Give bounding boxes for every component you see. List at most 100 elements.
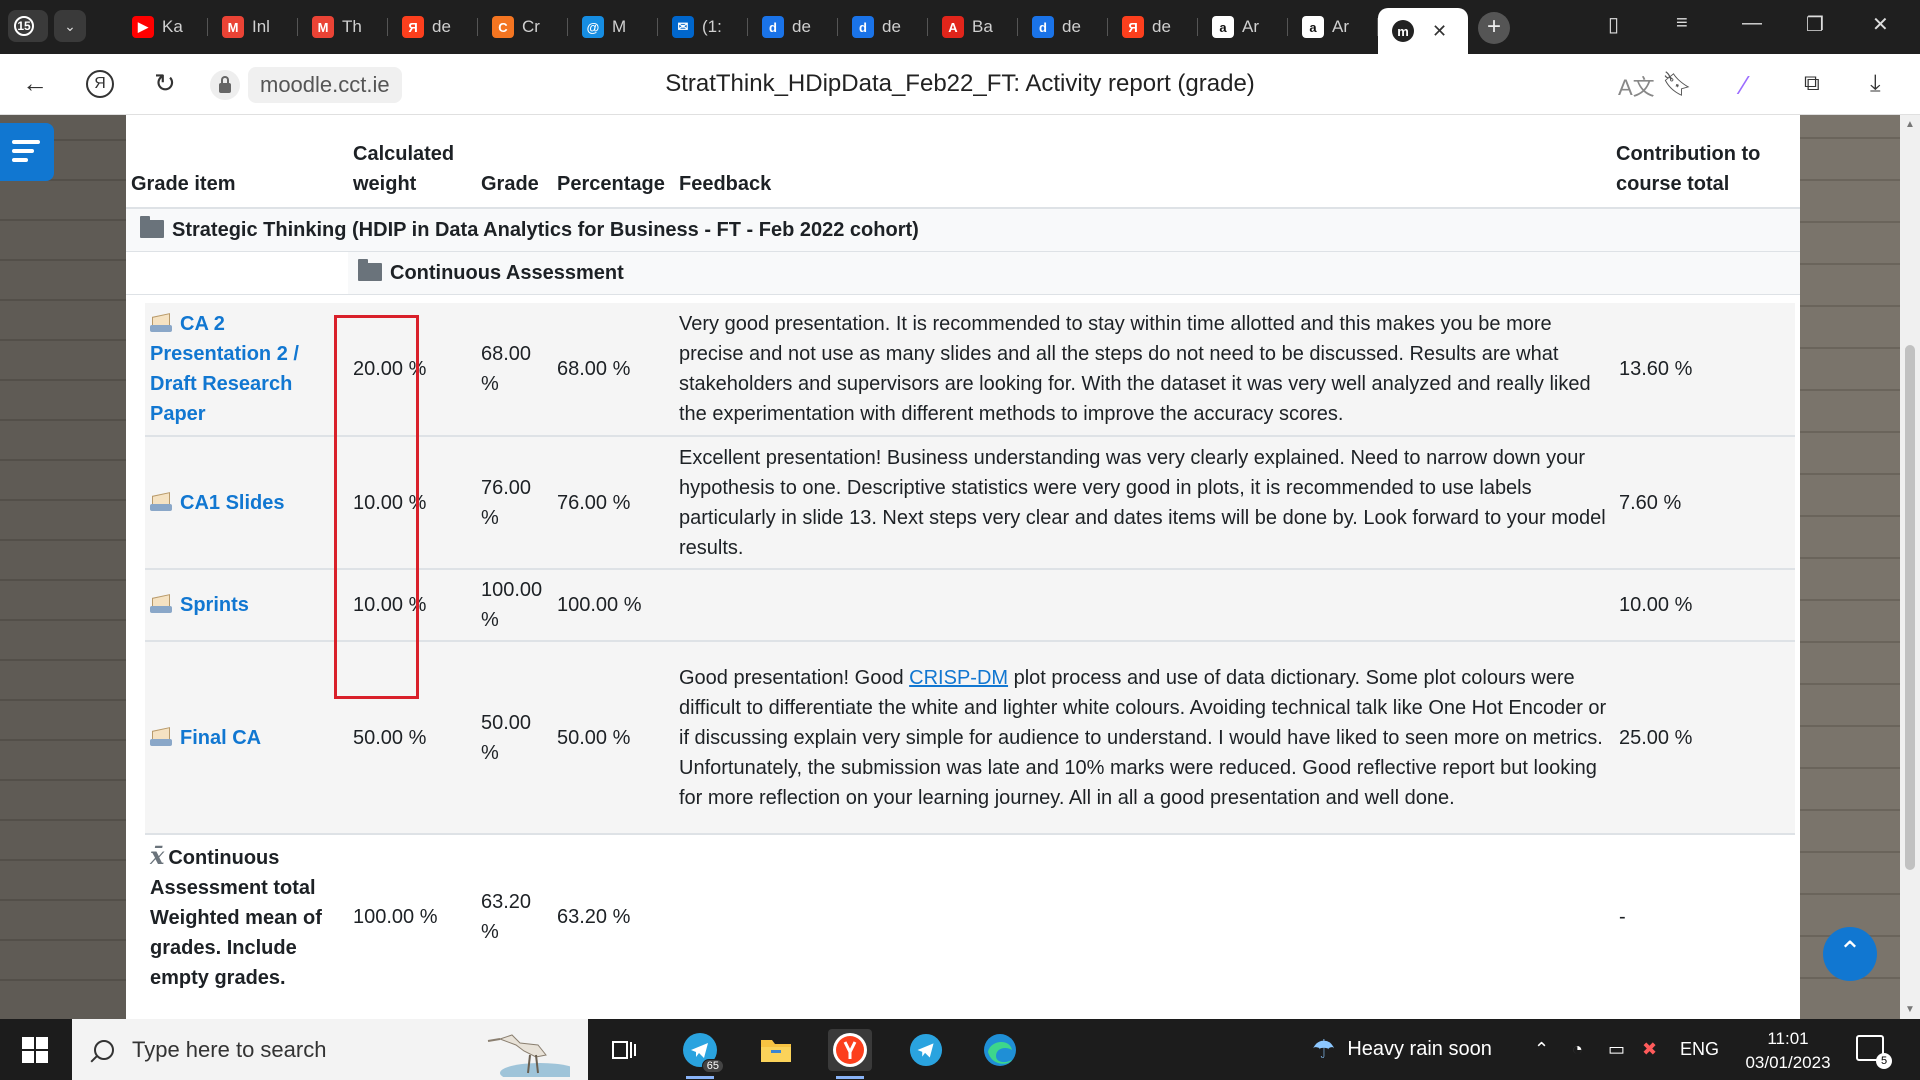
background-image-left [0,115,126,1019]
table-header-row: Grade item Calculated weight Grade Perce… [126,115,1800,209]
browser-tab[interactable]: d de [838,8,928,46]
browser-tab[interactable]: C Cr [478,8,568,46]
scroll-up-icon[interactable]: ▲ [1905,119,1915,130]
header-calculated-weight[interactable]: Calculated weight [348,115,476,209]
header-percentage[interactable]: Percentage [552,115,674,209]
user-grade-table: Grade item Calculated weight Grade Perce… [126,115,1800,295]
translate-icon[interactable]: A文 [1618,70,1655,102]
browser-tab[interactable]: d de [748,8,838,46]
show-hidden-icons-chevron-icon[interactable]: ⌃ [1534,1019,1549,1080]
tab-title: (1: [702,17,722,36]
pen-icon[interactable]: ⁄ [1742,70,1746,101]
grade-items-table: CA 2 Presentation 2 / Draft Research Pap… [145,303,1795,998]
grade-cell: 76.00 % [476,436,552,570]
tab-title: de [432,17,451,36]
bookmark-icon[interactable]: 🔖︎ [1662,70,1692,99]
yandex-icon: Я [402,16,424,38]
page-scrollbar[interactable]: ▲ ▼ [1900,115,1920,1019]
weather-widget[interactable]: ☂ Heavy rain soon [1312,1019,1492,1080]
menu-icon[interactable]: ≡ [1676,12,1688,35]
windows-start-icon[interactable] [22,1037,48,1063]
windows-taskbar: 65 ☂ Heavy rain soon ⌃ ◔ ▭ ✖ ENG 11:01 0… [0,1019,1920,1080]
yandex-browser-taskbar-icon[interactable] [828,1029,872,1079]
calculated-weight-cell: 10.00 % [348,569,476,642]
mail-envelope-icon: ✉ [672,16,694,38]
collections-icon[interactable]: ⧉ [1804,70,1820,96]
calculated-weight-cell: 50.00 % [348,641,476,835]
total-aggregation-description: Weighted mean of grades. Include empty g… [150,906,322,989]
telegram-taskbar-icon[interactable]: 65 [678,1029,724,1079]
course-index-drawer-button[interactable] [0,123,54,181]
edge-browser-icon[interactable] [978,1029,1022,1071]
browser-tab[interactable]: a Ar [1288,8,1378,46]
mail-at-icon: @ [582,16,604,38]
bookmarks-panel-icon[interactable]: ▯ [1608,12,1619,37]
browser-tab-strip: 15 ⌄ ▶ Ka M Inl M Th Яde C Cr @ M ✉ (1: d de d de A Ba d de Я… [0,0,1920,54]
language-indicator[interactable]: ENG [1680,1019,1719,1080]
tab-count: 15 [14,16,34,36]
percentage-cell: 63.20 % [552,834,674,998]
browser-tab[interactable]: ✉ (1: [658,8,748,46]
umbrella-rain-icon: ☂ [1312,1034,1336,1064]
restore-button[interactable]: ❐ [1806,12,1824,37]
grade-item-link[interactable]: Sprints [180,594,249,616]
header-contribution[interactable]: Contribution to course total [1611,115,1800,209]
notification-center-icon[interactable]: 5 [1856,1035,1892,1069]
browser-tab[interactable]: Яde [388,8,478,46]
header-grade-item[interactable]: Grade item [126,115,348,209]
docs-icon: d [852,16,874,38]
download-icon[interactable]: ⤓ [1870,70,1881,98]
sub-category-name: Continuous Assessment [390,261,624,284]
wifi-icon[interactable]: ◔ [1572,1019,1583,1080]
yandex-icon: Я [1122,16,1144,38]
header-feedback[interactable]: Feedback [674,115,1611,209]
percentage-cell: 50.00 % [552,641,674,835]
tab-list-dropdown-icon[interactable]: ⌄ [54,10,86,42]
browser-tab[interactable]: M Inl [208,8,298,46]
grade-item-link[interactable]: Final CA [180,727,261,749]
close-tab-icon[interactable]: ✕ [1432,21,1447,42]
telegram-desktop-icon[interactable] [904,1029,948,1071]
tab-title: Ka [162,17,183,36]
browser-tab[interactable]: M Th [298,8,388,46]
grade-item-link[interactable]: CA 2 Presentation 2 / Draft Research Pap… [150,313,299,425]
back-to-top-button[interactable]: ⌃ [1823,927,1877,981]
sound-muted-icon[interactable]: ✖ [1642,1019,1657,1080]
browser-tab[interactable]: Яde [1108,8,1198,46]
header-grade[interactable]: Grade [476,115,552,209]
search-highlight-bird-icon [487,1034,570,1077]
browser-tab-active[interactable]: m ✕ [1378,8,1468,54]
tab-title: Ar [1332,17,1349,36]
task-view-icon[interactable] [602,1029,646,1071]
scroll-down-icon[interactable]: ▼ [1905,1004,1915,1015]
assignment-icon [150,313,172,333]
table-row: CA1 Slides 10.00 % 76.00 % 76.00 % Excel… [145,436,1795,570]
tab-count-button[interactable]: 15 [8,10,48,42]
contribution-cell: 7.60 % [1614,436,1795,570]
browser-tab[interactable]: d de [1018,8,1108,46]
contribution-cell: 25.00 % [1614,641,1795,835]
grade-item-link[interactable]: CA1 Slides [180,492,284,514]
browser-tab[interactable]: ▶ Ka [118,8,208,46]
search-input[interactable] [132,1036,472,1063]
browser-tab[interactable]: @ M [568,8,658,46]
weather-text: Heavy rain soon [1347,1038,1492,1060]
minimize-button[interactable]: — [1742,12,1762,35]
contribution-cell: 13.60 % [1614,303,1795,437]
scrollbar-thumb[interactable] [1905,345,1915,870]
tab-title: M [612,17,627,36]
system-clock[interactable]: 11:01 03/01/2023 [1740,1027,1836,1075]
crisp-dm-link[interactable]: CRISP-DM [909,667,1008,689]
taskbar-search-box[interactable] [72,1019,588,1080]
tab-title: Th [342,17,362,36]
battery-icon[interactable]: ▭ [1608,1019,1625,1080]
new-tab-button[interactable]: + [1478,12,1510,44]
feedback-cell: Good presentation! Good CRISP-DM plot pr… [674,641,1614,835]
gmail-icon: M [312,16,334,38]
file-explorer-icon[interactable] [754,1029,798,1071]
close-window-button[interactable]: ✕ [1872,12,1889,37]
browser-tab[interactable]: A Ba [928,8,1018,46]
category-total-row: x̄ Continuous Assessment total Weighted m… [145,834,1795,998]
browser-tab[interactable]: a Ar [1198,8,1288,46]
tab-title: de [1152,17,1171,36]
